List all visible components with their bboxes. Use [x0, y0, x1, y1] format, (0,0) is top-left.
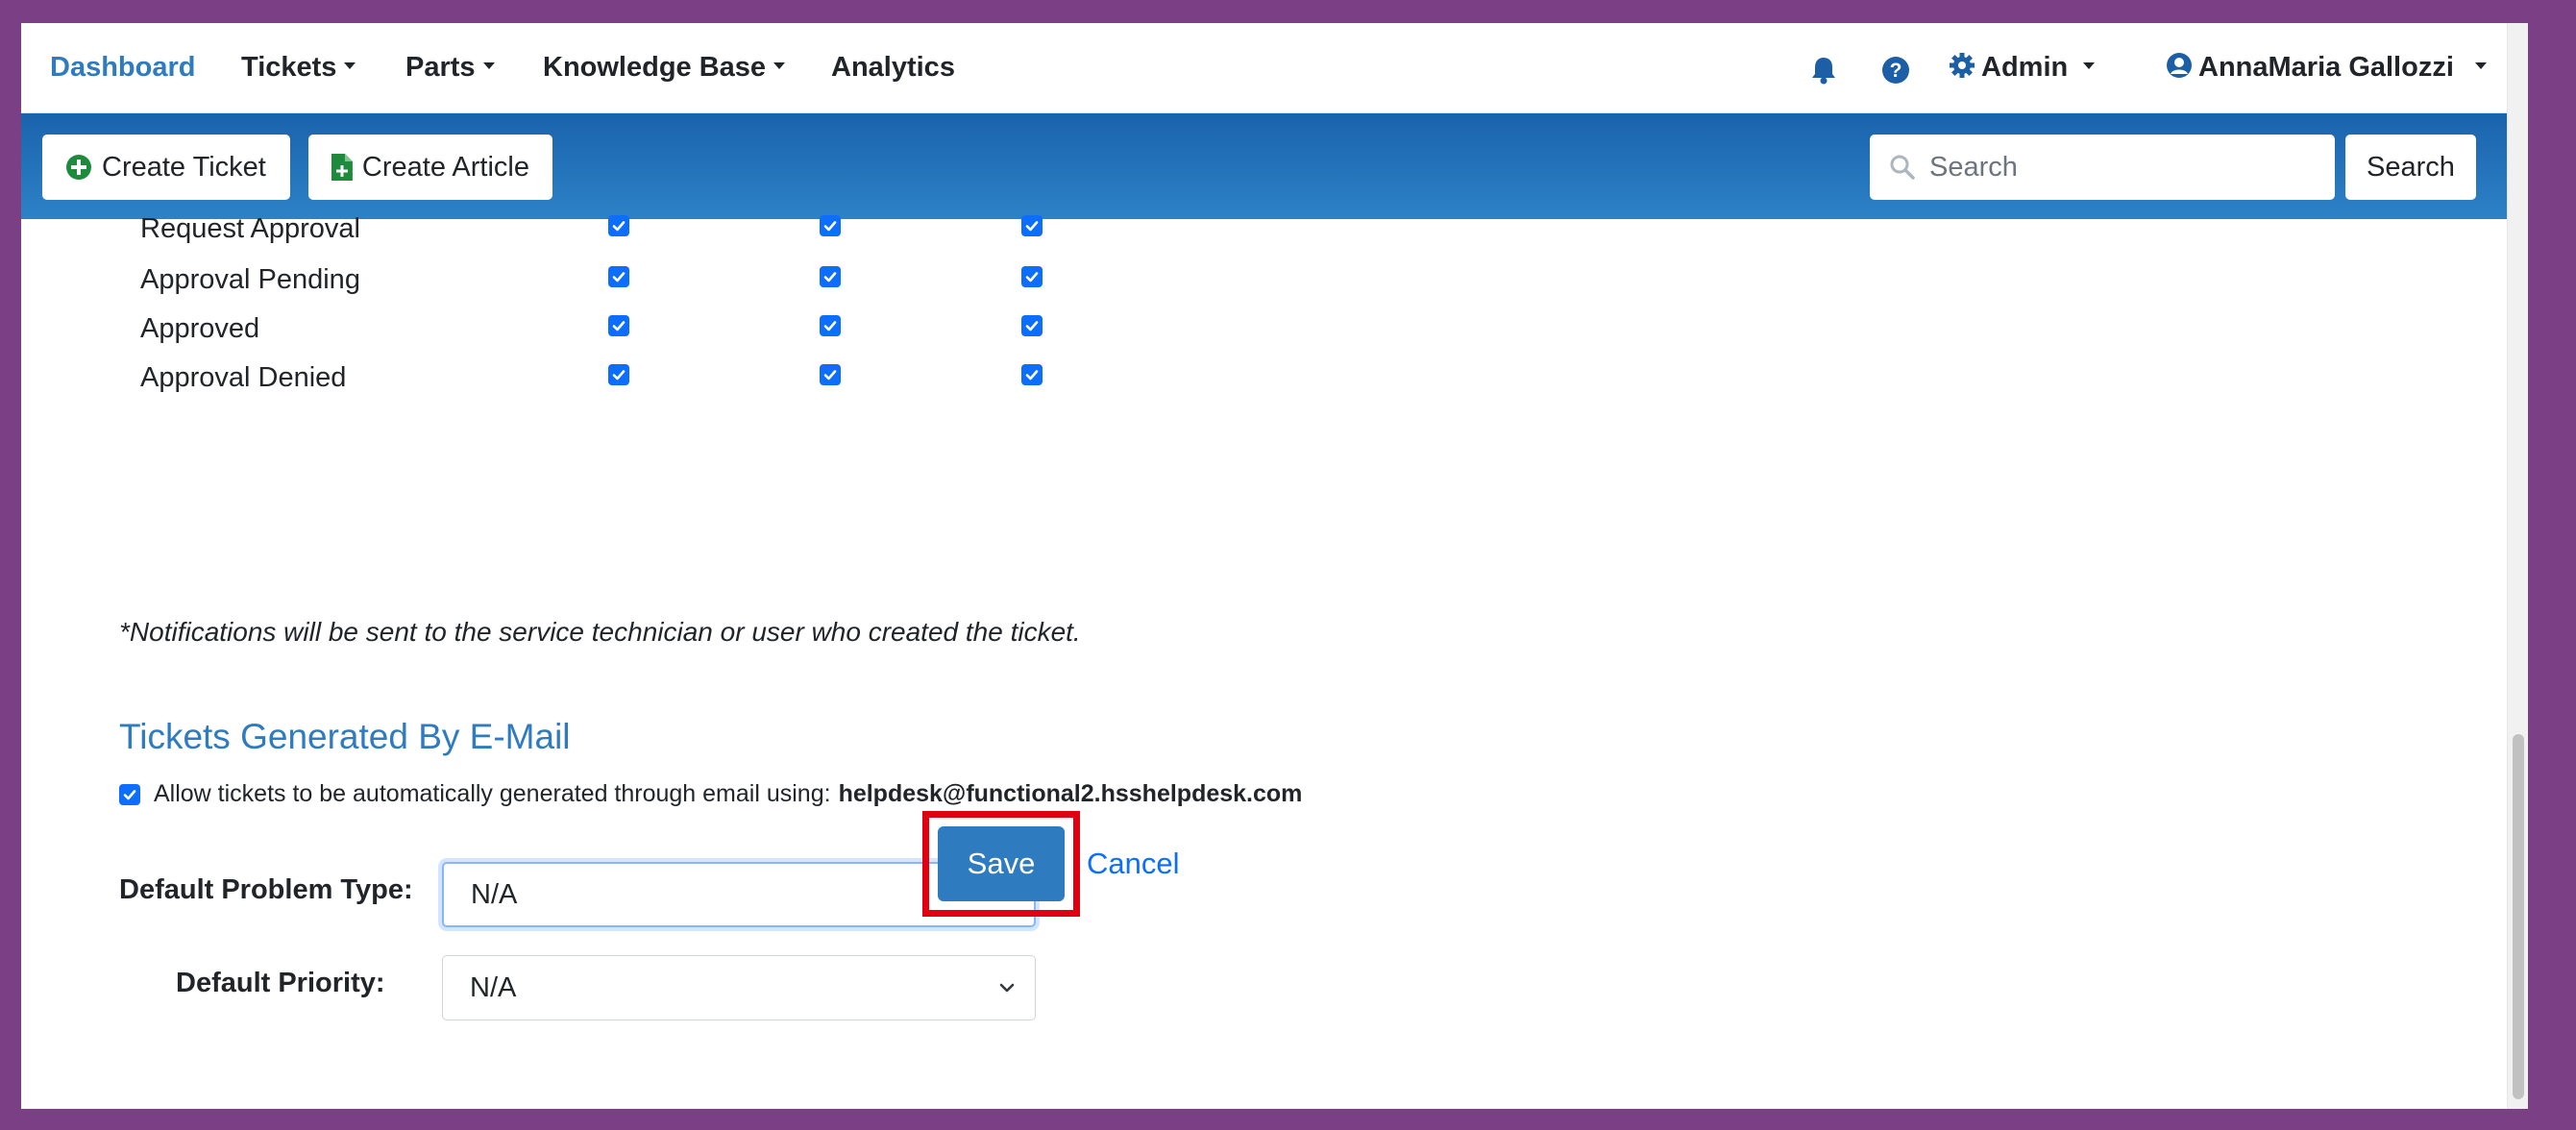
scrollbar-thumb[interactable] [2513, 734, 2524, 1099]
allow-email-address: helpdesk@functional2.hsshelpdesk.com [838, 780, 1303, 807]
nav-tickets[interactable]: Tickets [241, 52, 356, 84]
nav-admin-label: Admin [1981, 52, 2069, 83]
create-article-label: Create Article [361, 151, 529, 183]
check-icon [1025, 272, 1039, 282]
top-nav: Dashboard Tickets Parts Knowledge Base A… [21, 23, 2528, 113]
check-icon [612, 321, 626, 332]
nav-parts[interactable]: Parts [405, 52, 495, 84]
nav-user-menu[interactable]: AnnaMaria Gallozzi [2166, 52, 2487, 84]
check-icon [612, 272, 626, 282]
check-icon [123, 789, 136, 799]
action-toolbar: Create Ticket Create Article Search [21, 113, 2528, 219]
notification-row-label: Approved [140, 313, 260, 344]
notification-checkbox[interactable] [1021, 266, 1043, 287]
settings-content: Request Approval Approval Pending Approved… [21, 213, 2528, 1109]
check-icon [1025, 370, 1039, 381]
priority-value: N/A [470, 971, 517, 1003]
search-input[interactable] [1929, 151, 2314, 184]
nav-user-label: AnnaMaria Gallozzi [2198, 52, 2454, 83]
check-icon [823, 272, 837, 282]
svg-text:?: ? [1890, 60, 1902, 82]
search-button[interactable]: Search [2345, 135, 2476, 200]
file-plus-icon [331, 154, 353, 181]
create-ticket-label: Create Ticket [102, 151, 266, 183]
section-title-email: Tickets Generated By E-Mail [119, 717, 571, 756]
check-icon [823, 221, 837, 232]
notification-row-label: Approval Pending [140, 264, 360, 295]
nav-tickets-label: Tickets [241, 52, 337, 83]
notification-checkbox[interactable] [608, 364, 629, 385]
nav-admin[interactable]: Admin [1949, 52, 2096, 84]
allow-email-row: Allow tickets to be automatically genera… [119, 780, 1302, 808]
notification-checkbox[interactable] [1021, 315, 1043, 336]
nav-knowledge-base[interactable]: Knowledge Base [543, 52, 786, 84]
chevron-down-icon [2083, 61, 2096, 69]
nav-analytics[interactable]: Analytics [831, 52, 955, 84]
problem-type-value: N/A [471, 878, 518, 910]
notification-checkbox[interactable] [608, 266, 629, 287]
notification-checkbox[interactable] [1021, 364, 1043, 385]
check-icon [1025, 321, 1039, 332]
nav-parts-label: Parts [405, 52, 476, 83]
notification-checkbox[interactable] [820, 266, 841, 287]
notification-row-label: Approval Denied [140, 362, 347, 393]
create-article-button[interactable]: Create Article [308, 135, 552, 200]
notification-checkbox[interactable] [608, 215, 629, 236]
cancel-link[interactable]: Cancel [1087, 847, 1180, 881]
notification-row-label: Request Approval [140, 213, 360, 244]
notification-checkbox[interactable] [820, 315, 841, 336]
chevron-down-icon [482, 61, 495, 69]
page-scrollbar[interactable] [2507, 23, 2528, 1109]
check-icon [612, 221, 626, 232]
notification-checkbox[interactable] [1021, 215, 1043, 236]
allow-email-text: Allow tickets to be automatically genera… [154, 780, 831, 807]
plus-circle-icon [66, 155, 91, 180]
gear-icon [1950, 53, 1975, 78]
nav-dashboard[interactable]: Dashboard [50, 52, 195, 84]
chevron-down-icon [344, 61, 356, 69]
app-window: Dashboard Tickets Parts Knowledge Base A… [21, 23, 2528, 1109]
bell-icon[interactable] [1810, 56, 1837, 89]
user-circle-icon [2167, 53, 2192, 78]
chevron-down-icon [773, 61, 786, 69]
problem-type-label: Default Problem Type: [119, 874, 413, 905]
notification-checkbox[interactable] [820, 215, 841, 236]
check-icon [823, 370, 837, 381]
notification-note: *Notifications will be sent to the servi… [119, 617, 1081, 647]
create-ticket-button[interactable]: Create Ticket [42, 135, 290, 200]
allow-email-checkbox[interactable] [119, 783, 140, 805]
save-button[interactable]: Save [938, 826, 1065, 901]
search-box [1870, 135, 2335, 200]
help-icon[interactable]: ? [1881, 56, 1910, 89]
search-icon [1890, 155, 1915, 180]
notification-checkbox[interactable] [608, 315, 629, 336]
nav-knowledge-base-label: Knowledge Base [543, 52, 767, 83]
chevron-down-icon [999, 983, 1015, 993]
check-icon [1025, 221, 1039, 232]
notification-checkbox[interactable] [820, 364, 841, 385]
check-icon [612, 370, 626, 381]
chevron-down-icon [2474, 61, 2487, 69]
priority-label: Default Priority: [176, 968, 385, 998]
check-icon [823, 321, 837, 332]
priority-select[interactable]: N/A [442, 955, 1036, 1020]
